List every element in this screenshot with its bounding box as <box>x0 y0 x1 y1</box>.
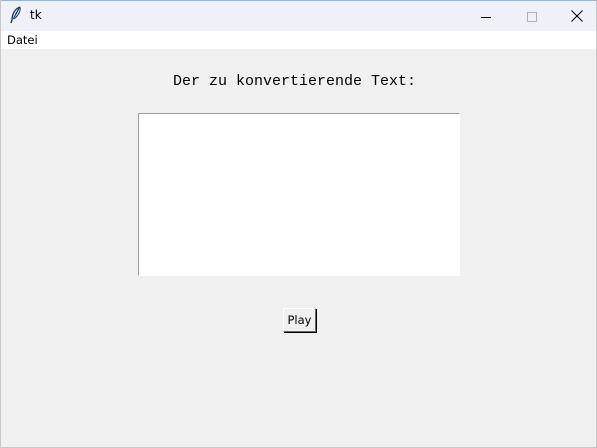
menu-item-datei[interactable]: Datei <box>7 33 38 47</box>
title-bar[interactable]: tk <box>1 0 596 31</box>
app-window: tk Datei Der zu konvertierende Text: Pla… <box>0 0 597 448</box>
main-content: Der zu konvertierende Text: Play <box>1 49 596 447</box>
close-icon <box>571 7 583 26</box>
menu-bar: Datei <box>1 31 596 49</box>
maximize-button[interactable] <box>509 1 555 31</box>
text-prompt-label: Der zu konvertierende Text: <box>172 73 417 90</box>
close-button[interactable] <box>554 1 597 31</box>
window-title: tk <box>30 8 42 22</box>
play-button[interactable]: Play <box>283 308 316 332</box>
minimize-button[interactable] <box>463 1 509 31</box>
text-input-area[interactable] <box>138 113 460 276</box>
minimize-icon <box>481 7 491 26</box>
tk-feather-icon <box>9 6 23 24</box>
maximize-icon <box>527 7 537 26</box>
